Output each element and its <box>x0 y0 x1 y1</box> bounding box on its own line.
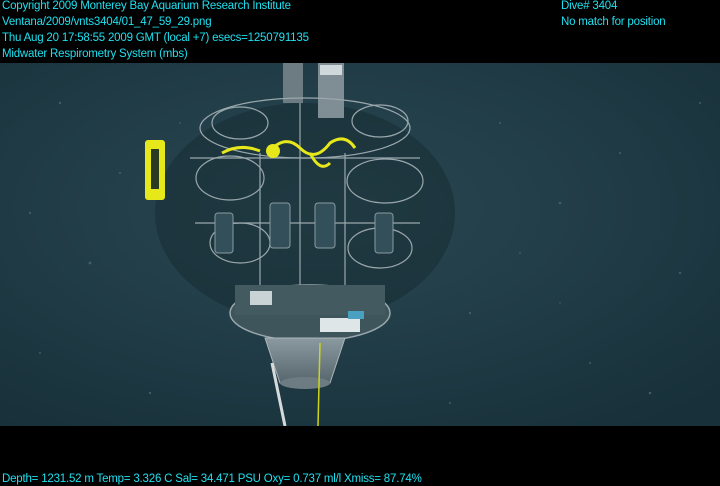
position-status: No match for position <box>561 16 666 28</box>
copyright-text: Copyright 2009 Monterey Bay Aquarium Res… <box>2 0 291 12</box>
underwater-scene <box>0 63 720 426</box>
lower-platform <box>229 284 391 342</box>
timestamp-text: Thu Aug 20 17:58:55 2009 GMT (local +7) … <box>2 32 309 44</box>
dive-number: Dive# 3404 <box>561 0 618 12</box>
sensor-readout: Depth= 1231.52 m Temp= 3.326 C Sal= 34.4… <box>2 473 422 485</box>
filename-text: Ventana/2009/vnts3404/01_47_59_29.png <box>2 16 212 28</box>
yellow-sensor <box>266 144 280 158</box>
subject-text: Midwater Respirometry System (mbs) <box>2 48 188 60</box>
